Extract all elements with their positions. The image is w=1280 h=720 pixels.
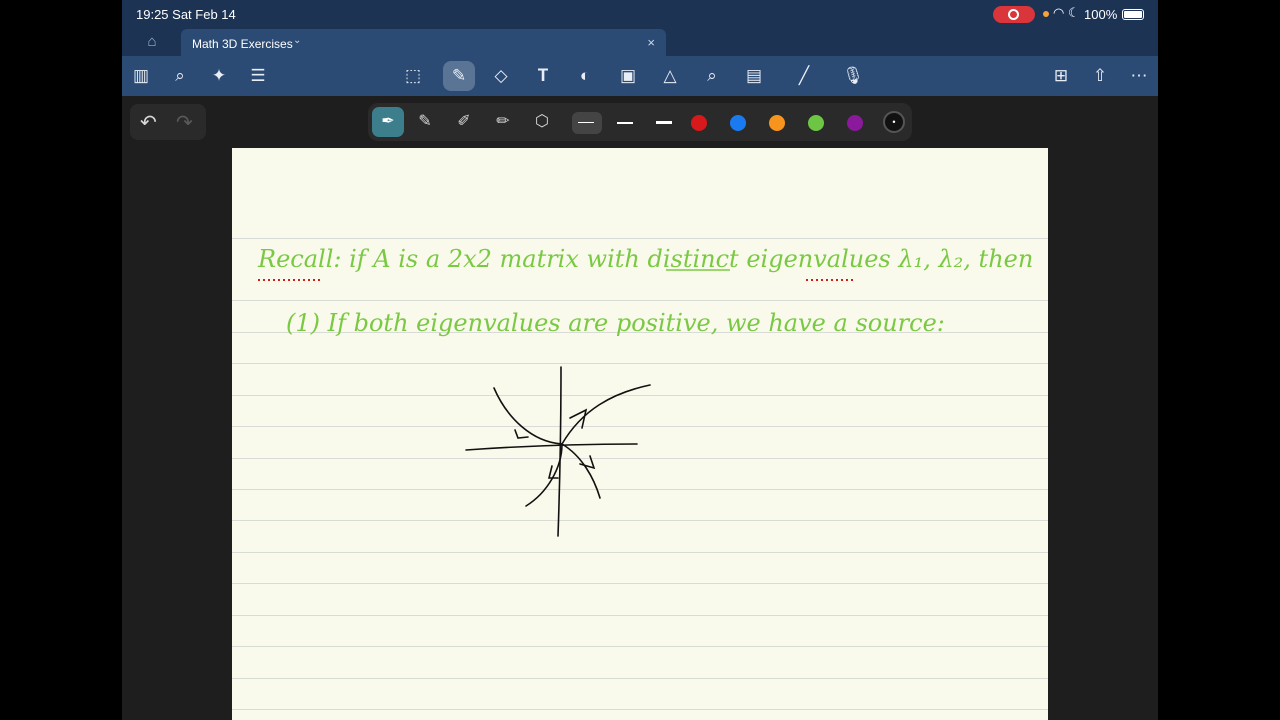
- color-green[interactable]: [808, 115, 824, 131]
- fountain-pen-icon[interactable]: ✒: [372, 107, 404, 137]
- handwritten-line-2: (1) If both eigenvalues are positive, we…: [286, 309, 945, 337]
- thickness-medium[interactable]: [611, 112, 641, 134]
- tab-title: Math 3D Exercises: [192, 37, 293, 51]
- screen-recording-icon: [993, 6, 1035, 23]
- audio-record-icon[interactable]: 🎙︎: [834, 63, 872, 89]
- mic-indicator-icon: [1043, 11, 1049, 17]
- search-icon[interactable]: ⌕: [167, 63, 193, 89]
- more-icon[interactable]: ⋯: [1126, 63, 1152, 89]
- thickness-thick[interactable]: [650, 112, 680, 134]
- top-bar: 19:25 Sat Feb 14 ◠ ☾ 100% ⌂ Math 3D Exer…: [122, 0, 1158, 96]
- wifi-icon: ◠: [1053, 5, 1065, 20]
- battery-icon: [1122, 9, 1144, 20]
- goodnotes-app: 19:25 Sat Feb 14 ◠ ☾ 100% ⌂ Math 3D Exer…: [122, 0, 1158, 720]
- notebook-page[interactable]: Recall: if A is a 2x2 matrix with distin…: [232, 148, 1048, 720]
- brush-pen-icon[interactable]: ✐: [451, 109, 477, 135]
- shape-pen-icon[interactable]: ⬡: [529, 109, 555, 135]
- battery-percent: 100%: [1084, 7, 1118, 22]
- highlighter-icon[interactable]: ⌕: [699, 63, 725, 89]
- image-icon[interactable]: ▣: [615, 63, 641, 89]
- share-icon[interactable]: ⇧: [1087, 63, 1113, 89]
- document-icon[interactable]: ☰: [245, 63, 271, 89]
- elements-icon[interactable]: △: [657, 63, 683, 89]
- pencil-icon[interactable]: ✏: [490, 109, 516, 135]
- color-picker-icon[interactable]: •: [883, 111, 905, 133]
- lasso-icon[interactable]: ⬚: [400, 63, 426, 89]
- color-blue[interactable]: [730, 115, 746, 131]
- source-phase-portrait-sketch: [465, 366, 651, 537]
- add-page-icon[interactable]: ⊞: [1048, 63, 1074, 89]
- focus-moon-icon: ☾: [1068, 5, 1080, 20]
- sidebar-icon[interactable]: ▥: [128, 63, 154, 89]
- main-toolbar: ▥ ⌕ ✦ ☰ ⬚ ✎ ◇ 𝐓 ◐ ▣ △ ⌕ ▤ ╱ 🎙︎ ⊞ ⇧ ⋯: [122, 56, 1158, 96]
- color-orange[interactable]: [769, 115, 785, 131]
- undo-redo-group: ↶ ↷: [130, 104, 206, 140]
- ballpoint-pen-icon[interactable]: ✎: [412, 109, 438, 135]
- document-tab[interactable]: Math 3D Exercises ⌄ ×: [181, 29, 666, 56]
- eraser-icon[interactable]: ◇: [488, 63, 514, 89]
- color-purple[interactable]: [847, 115, 863, 131]
- redo-icon[interactable]: ↷: [176, 110, 193, 135]
- thickness-thin[interactable]: [572, 112, 602, 134]
- status-bar: 19:25 Sat Feb 14 ◠ ☾ 100%: [122, 0, 1158, 28]
- color-red[interactable]: [691, 115, 707, 131]
- handwriting-canvas: Recall: if A is a 2x2 matrix with distin…: [257, 245, 1033, 537]
- undo-icon[interactable]: ↶: [140, 110, 157, 135]
- chevron-down-icon[interactable]: ⌄: [293, 35, 301, 46]
- ai-sparkle-icon[interactable]: ✦: [206, 63, 232, 89]
- pen-toolbar: ✒ ✎ ✐ ✏ ⬡ •: [368, 103, 912, 141]
- shapes-icon[interactable]: ◐: [572, 63, 598, 89]
- text-box-icon[interactable]: 𝐓: [530, 63, 556, 89]
- close-icon[interactable]: ×: [647, 35, 655, 50]
- status-time: 19:25 Sat Feb 14: [136, 7, 236, 22]
- ruler-icon[interactable]: ╱: [791, 63, 817, 89]
- sticky-note-icon[interactable]: ▤: [741, 63, 767, 89]
- pen-icon[interactable]: ✎: [443, 61, 475, 91]
- home-icon[interactable]: ⌂: [142, 33, 162, 53]
- handwritten-line-1: Recall: if A is a 2x2 matrix with distin…: [257, 245, 1033, 273]
